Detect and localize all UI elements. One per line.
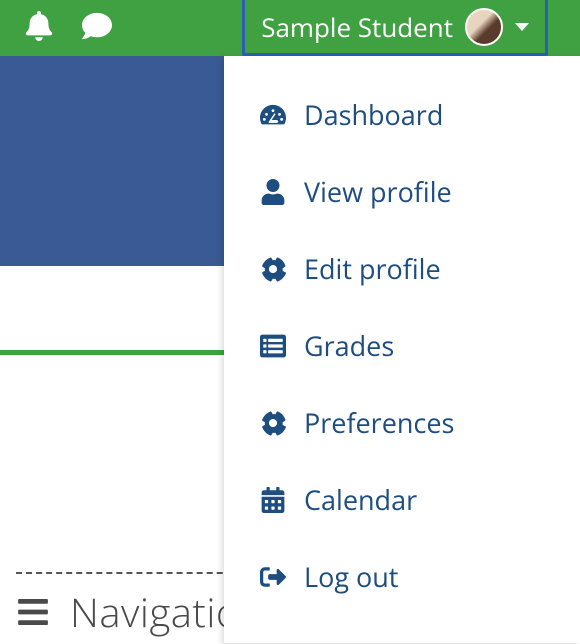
menu-item-view-profile[interactable]: View profile bbox=[224, 153, 580, 230]
menu-item-dashboard[interactable]: Dashboard bbox=[224, 76, 580, 153]
menu-item-logout[interactable]: Log out bbox=[224, 538, 580, 615]
topbar-left bbox=[0, 11, 112, 46]
calendar-icon bbox=[258, 485, 288, 515]
menu-item-label: Calendar bbox=[304, 481, 417, 518]
gear-icon bbox=[258, 254, 288, 284]
user-menu-trigger[interactable]: Sample Student bbox=[242, 0, 548, 56]
notifications-icon[interactable] bbox=[24, 11, 54, 46]
menu-item-calendar[interactable]: Calendar bbox=[224, 461, 580, 538]
menu-item-label: Grades bbox=[304, 327, 394, 364]
menu-item-edit-profile[interactable]: Edit profile bbox=[224, 230, 580, 307]
user-dropdown-menu: Dashboard View profile Edit profile Grad… bbox=[224, 56, 580, 643]
bars-icon bbox=[16, 595, 50, 629]
gear-icon bbox=[258, 408, 288, 438]
menu-item-label: Dashboard bbox=[304, 96, 443, 133]
messages-icon[interactable] bbox=[82, 11, 112, 46]
menu-item-label: View profile bbox=[304, 173, 452, 210]
logout-icon bbox=[258, 562, 288, 592]
user-display-name: Sample Student bbox=[261, 9, 453, 45]
menu-item-label: Preferences bbox=[304, 404, 454, 441]
chevron-down-icon bbox=[515, 23, 529, 31]
topbar: Sample Student bbox=[0, 0, 580, 56]
menu-item-label: Log out bbox=[304, 558, 398, 595]
dashboard-icon bbox=[258, 100, 288, 130]
menu-item-grades[interactable]: Grades bbox=[224, 307, 580, 384]
section-divider bbox=[0, 350, 224, 355]
avatar bbox=[465, 8, 503, 46]
list-icon bbox=[258, 331, 288, 361]
menu-item-label: Edit profile bbox=[304, 250, 441, 287]
menu-item-preferences[interactable]: Preferences bbox=[224, 384, 580, 461]
user-icon bbox=[258, 177, 288, 207]
